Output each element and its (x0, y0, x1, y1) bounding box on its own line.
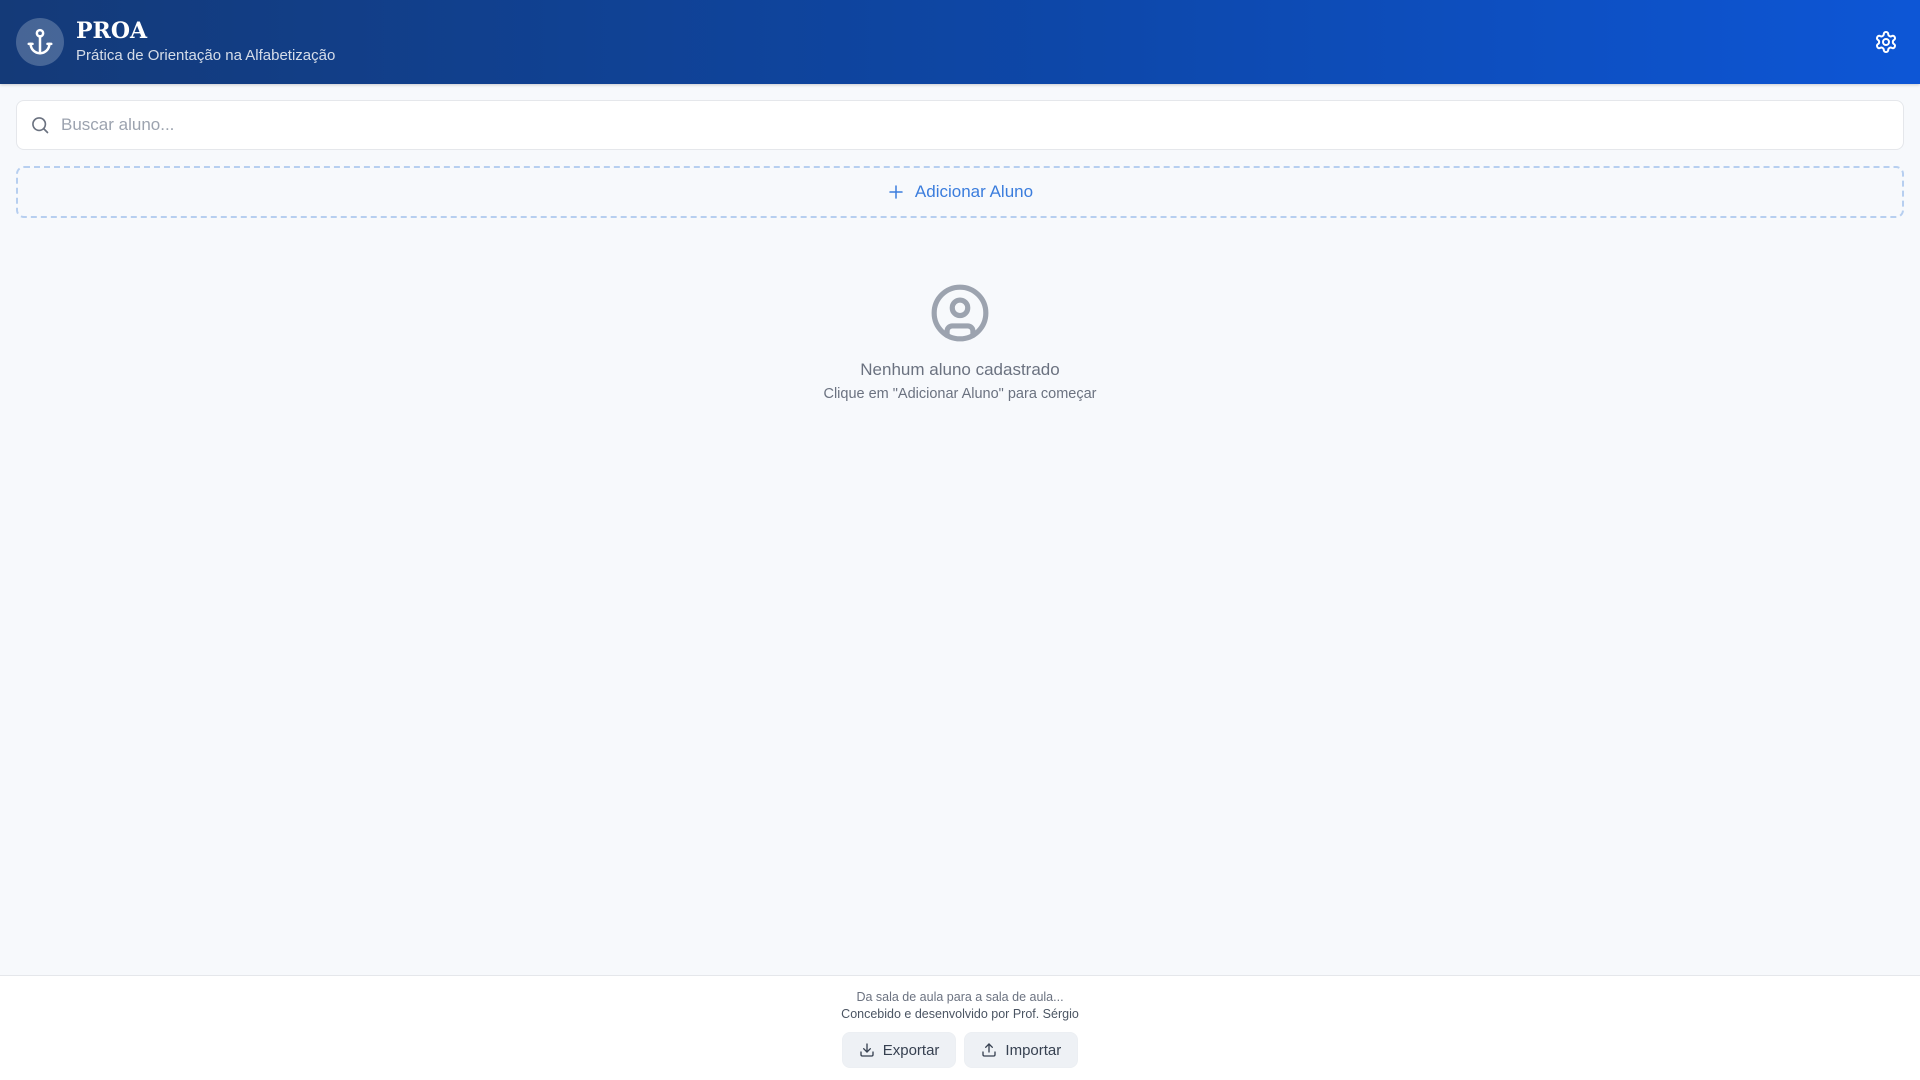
add-student-label: Adicionar Aluno (914, 182, 1034, 201)
footer-tagline: Da sala de aula para a sala de aula... (856, 990, 1064, 1004)
empty-state-subtitle: Clique em "Adicionar Aluno" para começar (823, 386, 1097, 402)
import-button[interactable]: Importar (964, 1032, 1079, 1068)
app-header: PROA Prática de Orientação na Alfabetiza… (0, 0, 1920, 84)
plus-icon (889, 185, 903, 199)
app-title: PROA (76, 18, 148, 44)
app-footer: Da sala de aula para a sala de aula... C… (0, 975, 1920, 1080)
app-logo (16, 18, 64, 66)
footer-credit: Concebido e desenvolvido por Prof. Sérgi… (841, 1007, 1079, 1021)
download-icon (860, 1043, 874, 1057)
export-label: Exportar (882, 1041, 940, 1059)
anchor-icon (27, 28, 53, 55)
search-input[interactable] (61, 115, 1881, 135)
brand: PROA Prática de Orientação na Alfabetiza… (76, 18, 335, 66)
upload-icon (982, 1043, 997, 1057)
settings-button[interactable] (1866, 22, 1906, 62)
footer-actions: Exportar Importar (841, 1032, 1079, 1068)
gear-icon (1876, 31, 1896, 53)
empty-state: Nenhum aluno cadastrado Clique em "Adici… (0, 282, 1920, 402)
user-circle-icon (931, 284, 989, 342)
import-label: Importar (1005, 1041, 1062, 1059)
search-bar[interactable] (16, 100, 1904, 150)
app-subtitle: Prática de Orientação na Alfabetização (76, 47, 336, 64)
export-button[interactable]: Exportar (841, 1032, 957, 1068)
add-student-button[interactable]: Adicionar Aluno (16, 166, 1904, 218)
search-icon (32, 117, 49, 134)
empty-state-title: Nenhum aluno cadastrado (860, 360, 1060, 379)
app-root: PROA Prática de Orientação na Alfabetiza… (0, 0, 1920, 1080)
